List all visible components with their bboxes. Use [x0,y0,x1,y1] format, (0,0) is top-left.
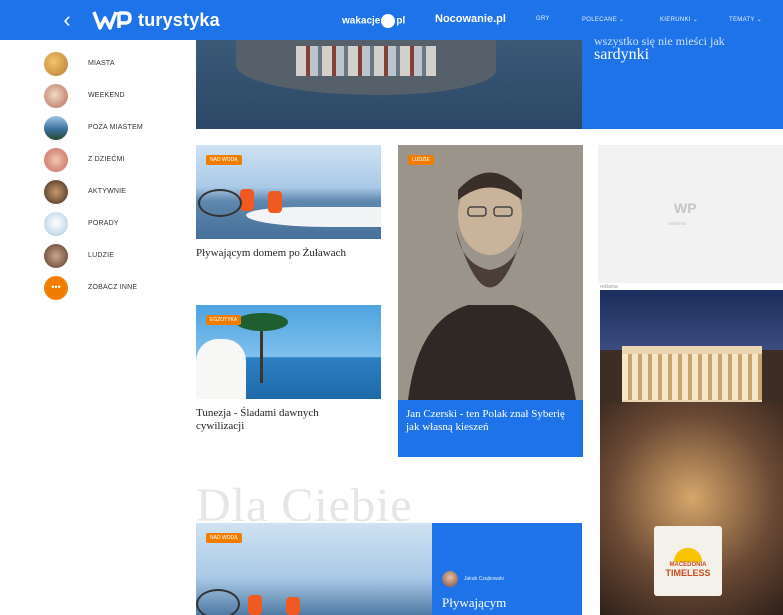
chevron-down-icon: ⌄ [619,17,625,23]
building-facade [622,346,762,402]
macedonia-ad[interactable]: MACEDONIA TIMELESS [600,290,783,615]
nature-thumbnail-icon [44,116,68,140]
back-chevron-icon[interactable]: ‹ [56,8,78,32]
sponsor-logo: WP [674,200,697,216]
category-badge: NAD WODĄ [206,155,242,165]
sidebar-item-label: Z DZIEĆMI [88,156,125,163]
tips-thumbnail-icon [44,212,68,236]
nav-polecane[interactable]: POLECANE ⌄ [582,16,624,23]
nav-tematy[interactable]: TEMATY ⌄ [729,16,762,23]
sidebar-item-label: MIASTA [88,60,115,67]
sidebar-item-poza-miastem[interactable]: POZA MIASTEM [44,116,184,140]
sponsor-placeholder[interactable]: WP reklama [598,145,783,283]
nav-tematy-label: TEMATY [729,17,755,23]
chevron-down-icon: ⌄ [692,17,699,23]
logo-text[interactable]: turystyka [138,10,220,31]
more-icon: ••• [44,276,68,300]
article-title: Tunezja - Śladami dawnych cywilizacji [196,407,319,432]
category-badge: NAD WODĄ [206,533,242,543]
brand-wakacje-right: pl [396,15,406,27]
people-thumbnail-icon [44,244,68,268]
nav-kierunki-label: KIERUNKI [660,17,691,23]
sidebar-item-label: PORADY [88,220,119,227]
kids-thumbnail-icon [44,148,68,172]
badge-bottom: TIMELESS [665,568,711,578]
houses-pattern [296,46,436,76]
sidebar-item-label: ZOBACZ INNE [88,284,138,291]
sidebar-item-z-dziecmi[interactable]: Z DZIEĆMI [44,148,184,172]
sidebar-item-ludzie[interactable]: LUDZIE [44,244,184,268]
nav-gry[interactable]: GRY [536,16,550,22]
article-title-panel: Jan Czerski - ten Polak znał Syberię jak… [398,400,583,457]
brand-wakacje-link[interactable]: wakacje pl [342,14,405,28]
macedonia-timeless-badge: MACEDONIA TIMELESS [654,526,722,596]
hero-title: sardynki [594,46,650,63]
sidebar-item-zobacz-inne[interactable]: ••• ZOBACZ INNE [44,276,184,300]
wp-logo-icon[interactable] [92,9,132,31]
columns-pattern [622,354,762,400]
sidebar: MIASTA WEEKEND POZA MIASTEM Z DZIEĆMI AK… [0,40,185,615]
article-card-czerski[interactable]: LUDZIE Jan Czerski - ten Polak znał Sybe… [398,145,583,457]
bicycle-wheel [198,189,242,217]
sidebar-item-aktywnie[interactable]: AKTYWNIE [44,180,184,204]
nav-polecane-label: POLECANE [582,17,618,23]
night-sky [600,290,783,350]
active-thumbnail-icon [44,180,68,204]
sun-icon [668,534,708,562]
brand-dot-icon [381,14,396,28]
palm-trunk [260,323,263,383]
portrait-svg [398,145,583,400]
sidebar-item-porady[interactable]: PORADY [44,212,184,236]
sidebar-item-label: WEEKEND [88,92,125,99]
boat-deck [246,207,381,227]
author-avatar[interactable] [442,571,458,587]
author-name[interactable]: Jakub Czajkowski [464,576,504,582]
article-title: Pływającym [442,595,507,610]
article-card-tunezja[interactable]: EGZOTYKA Tunezja - Śladami dawnych cywil… [196,305,381,445]
portrait-image [398,145,583,400]
category-badge: LUDZIE [408,155,434,165]
sponsor-label: reklama [668,221,686,227]
article-card-zulawy[interactable]: NAD WODĄ Pływającym domem po Żuławach [196,145,381,265]
brand-nocowanie-link[interactable]: Nocowanie.pl [435,13,506,25]
person-1 [248,595,262,615]
hero-title-panel[interactable]: wszystko się nie mieści jak sardynki [582,34,783,129]
city-thumbnail-icon [44,52,68,76]
nav-kierunki[interactable]: KIERUNKI ⌄ [660,16,698,23]
palm-leaves [236,313,288,331]
bicycle-wheel [196,589,240,615]
white-dome-building [196,339,246,399]
hero-image[interactable] [196,40,582,129]
bottom-article-card[interactable]: NAD WODĄ Jakub Czajkowski Pływającym [196,523,582,615]
person-2 [268,191,282,213]
brand-wakacje-left: wakacje [342,15,381,27]
weekend-thumbnail-icon [44,84,68,108]
sidebar-item-label: LUDZIE [88,252,115,259]
sidebar-item-label: AKTYWNIE [88,188,127,195]
sidebar-item-miasta[interactable]: MIASTA [44,52,184,76]
sidebar-item-weekend[interactable]: WEEKEND [44,84,184,108]
article-title: Pływającym domem po Żuławach [196,247,346,259]
article-title: Jan Czerski - ten Polak znał Syberię jak… [406,408,565,433]
sidebar-item-label: POZA MIASTEM [88,124,143,131]
person-1 [240,189,254,211]
chevron-down-icon: ⌄ [756,17,762,23]
person-2 [286,597,300,615]
category-badge: EGZOTYKA [206,315,242,325]
article-title-panel: Jakub Czajkowski Pływającym [432,523,582,615]
